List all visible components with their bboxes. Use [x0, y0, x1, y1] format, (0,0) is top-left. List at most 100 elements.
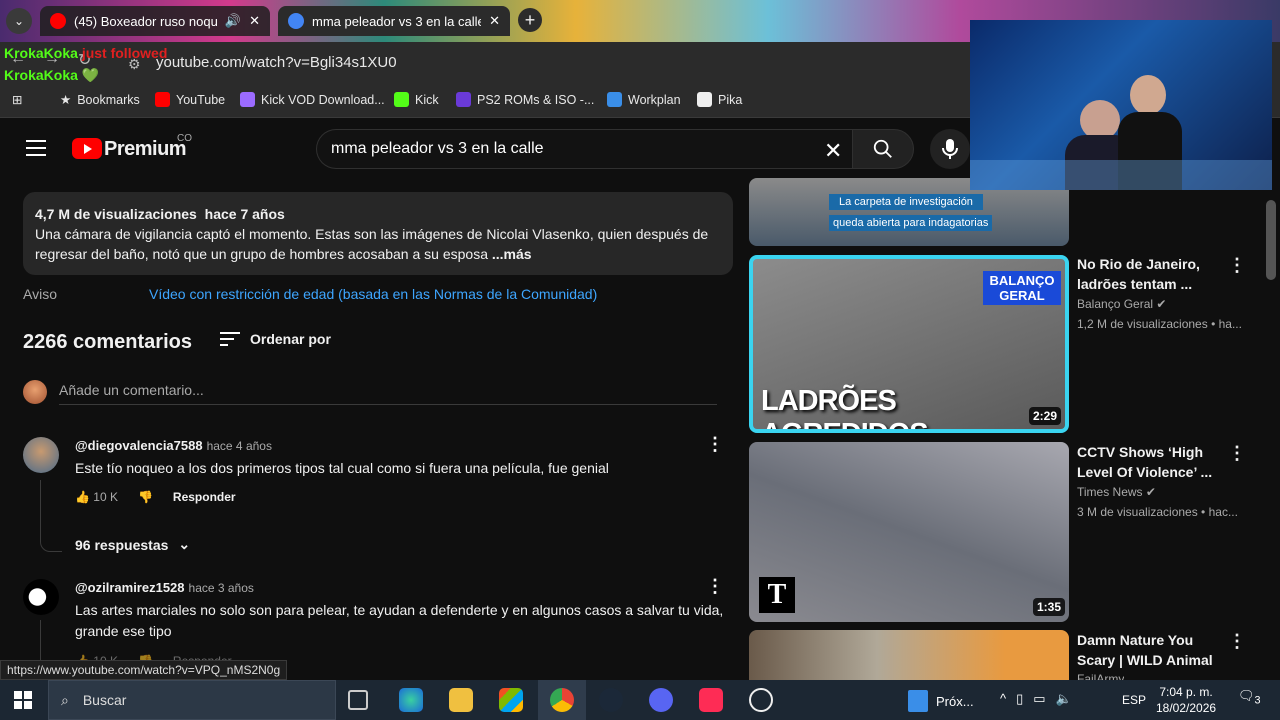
kick-icon	[394, 92, 409, 107]
steam-icon[interactable]	[599, 688, 623, 712]
bookmark-label: PS2 ROMs & ISO -...	[477, 92, 595, 107]
author-handle[interactable]: @diegovalencia7588	[75, 438, 203, 453]
comment-time[interactable]: hace 4 años	[207, 439, 272, 453]
bookmark-bookmarks[interactable]: ★ Bookmarks	[60, 92, 140, 108]
youtube-favicon-icon	[50, 13, 66, 29]
avatar[interactable]	[23, 437, 59, 473]
bookmark-label: Workplan	[628, 92, 681, 107]
close-tab-icon[interactable]: ✕	[249, 13, 260, 29]
more-options-icon[interactable]: ⋮	[706, 434, 724, 455]
like-count: 10 K	[93, 490, 118, 504]
file-explorer-icon[interactable]	[449, 688, 473, 712]
sort-label: Ordenar por	[250, 331, 331, 347]
clock-date: 18/02/2026	[1156, 701, 1217, 715]
url-field[interactable]: youtube.com/watch?v=Bgli34s1XU0	[156, 54, 397, 71]
avatar[interactable]	[23, 579, 59, 615]
youtube-logo-icon[interactable]	[72, 138, 102, 159]
bookmark-workplan[interactable]: Workplan	[607, 92, 681, 107]
obs-icon[interactable]	[749, 688, 773, 712]
scrollbar[interactable]	[1266, 200, 1276, 280]
premium-logo-text[interactable]: Premium	[104, 138, 187, 161]
comment-actions: 👍 10 K 👎 Responder	[75, 490, 236, 504]
bookmark-label: Kick	[415, 92, 439, 107]
close-tab-icon[interactable]: ✕	[489, 13, 500, 29]
clock[interactable]: 7:04 p. m. 18/02/2026	[1156, 684, 1216, 716]
view-replies-button[interactable]: 96 respuestas ⌄	[75, 536, 190, 553]
reply-button[interactable]: Responder	[173, 490, 236, 504]
chevron-down-icon: ⌄	[13, 14, 25, 28]
menu-icon[interactable]	[26, 140, 46, 156]
add-comment-input[interactable]: Añade un comentario...	[59, 382, 717, 405]
verified-icon: ✔	[1156, 297, 1167, 311]
more-options-icon[interactable]: ⋮	[1228, 443, 1246, 464]
device-icon[interactable]: ▯	[1016, 691, 1023, 707]
store-icon[interactable]	[499, 688, 523, 712]
tiktok-icon[interactable]	[699, 688, 723, 712]
chevron-up-icon[interactable]: ^	[1000, 691, 1006, 707]
comment-text: Este tío noqueo a los dos primeros tipos…	[75, 460, 609, 476]
channel-name[interactable]: FailArmy	[1077, 672, 1124, 680]
bookmark-youtube[interactable]: YouTube	[155, 92, 225, 107]
channel-label[interactable]: Times News	[1077, 485, 1143, 499]
new-tab-button[interactable]: +	[518, 8, 542, 32]
status-bar-url: https://www.youtube.com/watch?v=VPQ_nMS2…	[0, 660, 288, 680]
more-options-icon[interactable]: ⋮	[706, 576, 724, 597]
kick-vod-icon	[240, 92, 255, 107]
upload-age: hace 7 años	[204, 206, 285, 222]
volume-icon[interactable]: 🔈	[1056, 691, 1072, 707]
times-news-logo: T	[759, 577, 795, 613]
video-thumbnail[interactable]: BALANÇO GERAL LADRÕES AGREDIDOS 2:29	[749, 255, 1069, 433]
tab-mma[interactable]: mma peleador vs 3 en la calle ✕	[278, 6, 510, 36]
bookmark-pika[interactable]: Pika	[697, 92, 742, 107]
network-icon[interactable]: ▭	[1033, 691, 1045, 707]
clear-search-icon[interactable]: ✕	[824, 138, 842, 164]
search-button[interactable]	[852, 129, 914, 169]
chrome-icon[interactable]	[550, 688, 574, 712]
comment-time[interactable]: hace 3 años	[189, 581, 254, 595]
system-tray: ^ ▯ ▭ 🔈	[1000, 691, 1072, 707]
channel-badge: BALANÇO GERAL	[983, 271, 1061, 305]
tab-search-button[interactable]: ⌄	[6, 8, 32, 34]
bookmark-kick-vod[interactable]: Kick VOD Download...	[240, 92, 385, 107]
google-favicon-icon	[288, 13, 304, 29]
dislike-button[interactable]: 👎	[138, 490, 153, 504]
notifications-icon[interactable]: 🗨3	[1238, 688, 1261, 707]
discord-icon[interactable]	[649, 688, 673, 712]
video-thumbnail[interactable]: T 1:35	[749, 442, 1069, 622]
comment-author[interactable]: @ozilramirez1528 hace 3 años	[75, 580, 254, 595]
search-input[interactable]: mma peleador vs 3 en la calle	[316, 129, 852, 169]
sort-button[interactable]: Ordenar por	[220, 331, 331, 347]
task-view-icon[interactable]	[348, 690, 368, 710]
more-options-icon[interactable]: ⋮	[1228, 631, 1246, 652]
video-title[interactable]: CCTV Shows ‘High Level Of Violence’ ...	[1077, 442, 1227, 482]
taskbar-pinned-item[interactable]: Próx...	[908, 690, 974, 712]
show-more-link[interactable]: ...más	[492, 246, 532, 262]
channel-name[interactable]: Times News ✔	[1077, 485, 1156, 499]
apps-icon[interactable]: ⊞	[12, 92, 22, 107]
channel-name[interactable]: Balanço Geral ✔	[1077, 297, 1166, 311]
tab-boxeador[interactable]: (45) Boxeador ruso noquea 🔊 ✕	[40, 6, 270, 36]
ps2-icon	[456, 92, 471, 107]
like-button[interactable]: 👍 10 K	[75, 490, 118, 504]
tab-title: mma peleador vs 3 en la calle	[312, 13, 482, 29]
chevron-down-icon: ⌄	[178, 536, 191, 552]
video-thumbnail[interactable]	[749, 630, 1069, 680]
voice-search-button[interactable]	[930, 129, 970, 169]
comment-author[interactable]: @diegovalencia7588 hace 4 años	[75, 438, 272, 453]
bookmark-kick[interactable]: Kick	[394, 92, 439, 107]
speaker-icon[interactable]: 🔊	[225, 13, 241, 29]
bookmark-label: Kick VOD Download...	[261, 92, 385, 107]
language-indicator[interactable]: ESP	[1122, 693, 1146, 707]
video-title[interactable]: No Rio de Janeiro, ladrões tentam ...	[1077, 254, 1227, 294]
bookmark-ps2[interactable]: PS2 ROMs & ISO -...	[456, 92, 594, 107]
view-count: 4,7 M de visualizaciones	[35, 206, 197, 222]
edge-icon[interactable]	[399, 688, 423, 712]
follower-name: KrokaKoka	[4, 45, 78, 61]
video-description[interactable]: 4,7 M de visualizaciones hace 7 años Una…	[23, 192, 733, 275]
windows-start-icon[interactable]	[14, 691, 32, 709]
author-handle[interactable]: @ozilramirez1528	[75, 580, 185, 595]
taskbar-search[interactable]: ⌕ Buscar	[48, 680, 336, 720]
channel-label[interactable]: Balanço Geral	[1077, 297, 1153, 311]
more-options-icon[interactable]: ⋮	[1228, 255, 1246, 276]
age-restriction-link[interactable]: Vídeo con restricción de edad (basada en…	[149, 286, 597, 302]
